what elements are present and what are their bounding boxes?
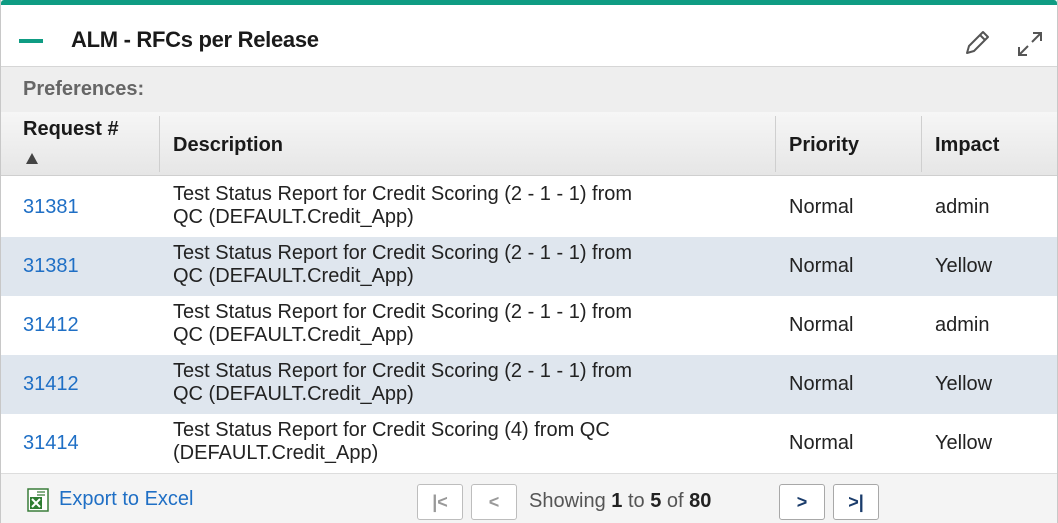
paging-to: 5 <box>650 490 662 512</box>
description-line: QC (DEFAULT.Credit_App) <box>173 324 414 346</box>
table-row: 31381 Test Status Report for Credit Scor… <box>1 237 1057 296</box>
description-line: (DEFAULT.Credit_App) <box>173 442 379 464</box>
table-row: 31412 Test Status Report for Credit Scor… <box>1 296 1057 355</box>
paging-total: 80 <box>689 490 712 512</box>
expand-icon[interactable] <box>1013 27 1047 61</box>
impact-cell: admin <box>935 196 990 218</box>
impact-cell: Yellow <box>935 255 993 277</box>
preferences-label[interactable]: Preferences: <box>23 78 144 101</box>
column-header-request[interactable]: Request # <box>23 118 119 182</box>
description-line: Test Status Report for Credit Scoring (4… <box>173 419 610 441</box>
paging-to-word: to <box>627 490 645 512</box>
impact-cell: admin <box>935 314 990 336</box>
table-row: 31412 Test Status Report for Credit Scor… <box>1 355 1057 414</box>
description-cell: Test Status Report for Credit Scoring (2… <box>173 242 773 288</box>
description-line: QC (DEFAULT.Credit_App) <box>173 265 414 287</box>
description-line: QC (DEFAULT.Credit_App) <box>173 383 414 405</box>
column-divider <box>921 116 922 172</box>
description-cell: Test Status Report for Credit Scoring (2… <box>173 301 773 347</box>
preferences-bar <box>1 67 1057 115</box>
table-row: 31414 Test Status Report for Credit Scor… <box>1 414 1057 473</box>
description-cell: Test Status Report for Credit Scoring (4… <box>173 419 773 465</box>
request-number-link[interactable]: 31412 <box>23 314 79 337</box>
excel-icon[interactable] <box>27 488 49 512</box>
priority-cell: Normal <box>789 432 854 454</box>
request-number-link[interactable]: 31381 <box>23 196 79 219</box>
description-cell: Test Status Report for Credit Scoring (2… <box>173 183 773 229</box>
portlet: ALM - RFCs per Release Preferences: Requ… <box>0 0 1058 523</box>
export-to-excel-link[interactable]: Export to Excel <box>59 488 194 511</box>
impact-cell: Yellow <box>935 373 993 395</box>
paging-status: Showing 1 to 5 of 80 <box>529 490 711 513</box>
paging-from: 1 <box>611 490 623 512</box>
priority-cell: Normal <box>789 373 854 395</box>
request-number-link[interactable]: 31414 <box>23 432 79 455</box>
table-row: 31381 Test Status Report for Credit Scor… <box>1 178 1057 237</box>
description-cell: Test Status Report for Credit Scoring (2… <box>173 360 773 406</box>
request-number-link[interactable]: 31381 <box>23 255 79 278</box>
description-line: Test Status Report for Credit Scoring (2… <box>173 183 633 205</box>
collapse-icon[interactable] <box>19 39 43 43</box>
priority-cell: Normal <box>789 314 854 336</box>
paging-prefix: Showing <box>529 490 606 512</box>
description-line: QC (DEFAULT.Credit_App) <box>173 206 414 228</box>
priority-cell: Normal <box>789 196 854 218</box>
sort-ascending-icon[interactable] <box>26 153 38 164</box>
column-divider <box>159 116 160 172</box>
impact-cell: Yellow <box>935 432 993 454</box>
portlet-header: ALM - RFCs per Release <box>1 5 1057 67</box>
column-divider <box>775 116 776 172</box>
priority-cell: Normal <box>789 255 854 277</box>
description-line: Test Status Report for Credit Scoring (2… <box>173 242 633 264</box>
paging-of-word: of <box>666 490 684 512</box>
previous-page-button[interactable]: < <box>471 484 517 520</box>
pencil-icon[interactable] <box>961 27 993 59</box>
portlet-title: ALM - RFCs per Release <box>71 27 319 52</box>
last-page-button[interactable]: >| <box>833 484 879 520</box>
description-line: Test Status Report for Credit Scoring (2… <box>173 301 633 323</box>
next-page-button[interactable]: > <box>779 484 825 520</box>
description-line: Test Status Report for Credit Scoring (2… <box>173 360 633 382</box>
first-page-button[interactable]: |< <box>417 484 463 520</box>
request-number-link[interactable]: 31412 <box>23 373 79 396</box>
